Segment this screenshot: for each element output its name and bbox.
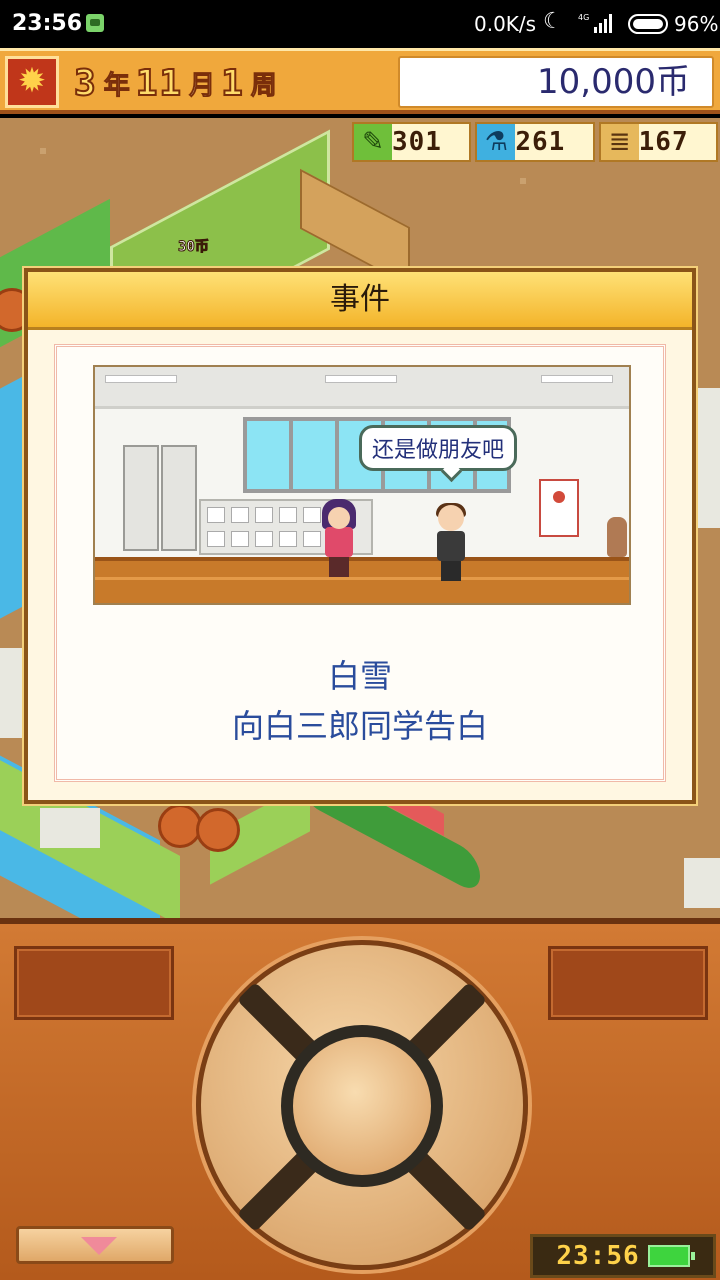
notice-board	[40, 808, 100, 848]
controller-panel: 23:56	[0, 918, 720, 1280]
ceiling-light	[325, 375, 397, 383]
pencil-icon: ✎	[354, 124, 392, 160]
status-bar: 23:56 0.0K/s ☾ 4G 96%	[0, 0, 720, 48]
left-shoulder-button[interactable]	[14, 946, 174, 1020]
battery-percent: 96%	[674, 12, 719, 36]
dpad-center-button[interactable]	[281, 1025, 443, 1187]
svg-text:4G: 4G	[578, 13, 589, 22]
ceiling	[95, 367, 629, 409]
menu-toggle-button[interactable]	[16, 1226, 174, 1264]
flask-icon: ⚗	[477, 124, 516, 160]
battery-icon	[647, 1245, 695, 1267]
first-aid-poster	[539, 479, 579, 537]
locker	[123, 445, 159, 551]
month-unit: 月	[189, 70, 216, 101]
android-app-icon	[86, 14, 104, 32]
ceiling-light	[541, 375, 613, 383]
ceiling-light	[105, 375, 177, 383]
locker	[161, 445, 197, 551]
book-stack-icon: ≣	[600, 124, 639, 160]
dialog-title: 事件	[28, 272, 692, 330]
resource-study-points[interactable]: ✎ 301	[352, 122, 472, 162]
signal-4g-icon: 4G	[578, 13, 612, 33]
vending-machine	[684, 858, 720, 908]
autumn-tree	[196, 808, 240, 852]
resource-bar: ✎ 301 ⚗ 261 ≣ 167	[352, 122, 718, 164]
resource-knowledge-points[interactable]: ≣ 167	[598, 122, 718, 162]
resource-value: 167	[638, 127, 689, 157]
game-clock-time: 23:56	[556, 1241, 640, 1271]
classroom-scene: 还是做朋友吧	[93, 365, 631, 605]
battery-icon	[628, 14, 668, 34]
resource-value: 301	[392, 127, 442, 157]
game-header: ✹ 3 年 11 月 1 周 10,000币	[0, 48, 720, 114]
right-shoulder-button[interactable]	[548, 946, 708, 1020]
event-description: 向白三郎同学告白	[231, 707, 488, 745]
week-unit: 周	[250, 70, 277, 101]
do-not-disturb-moon-icon: ☾	[543, 9, 563, 34]
year-unit: 年	[103, 70, 130, 101]
directional-pad[interactable]	[196, 940, 528, 1270]
month-value: 11	[135, 62, 184, 105]
game-date[interactable]: 3 年 11 月 1 周	[73, 59, 277, 107]
status-time: 23:56	[12, 11, 83, 36]
vase	[607, 517, 627, 557]
girl-student-sprite	[321, 499, 357, 577]
maple-leaf-icon[interactable]: ✹	[5, 56, 59, 108]
event-student-name: 白雪	[327, 657, 392, 695]
dialog-body: 还是做朋友吧 白雪 向白三郎同学告白	[54, 344, 666, 782]
network-speed: 0.0K/s	[474, 12, 537, 36]
money-display[interactable]: 10,000币	[398, 56, 714, 108]
game-clock: 23:56	[530, 1234, 716, 1278]
wooden-floor	[95, 557, 629, 603]
boy-student-sprite	[433, 503, 469, 581]
speech-bubble: 还是做朋友吧	[359, 425, 518, 471]
event-dialog[interactable]: 事件 还是做朋友吧 白雪 向白三郎同学告白	[24, 268, 696, 804]
resource-value: 261	[515, 127, 566, 157]
year-value: 3	[73, 62, 98, 105]
week-value: 1	[220, 62, 245, 105]
price-tag: 30币	[178, 239, 210, 256]
resource-research-points[interactable]: ⚗ 261	[475, 122, 595, 162]
